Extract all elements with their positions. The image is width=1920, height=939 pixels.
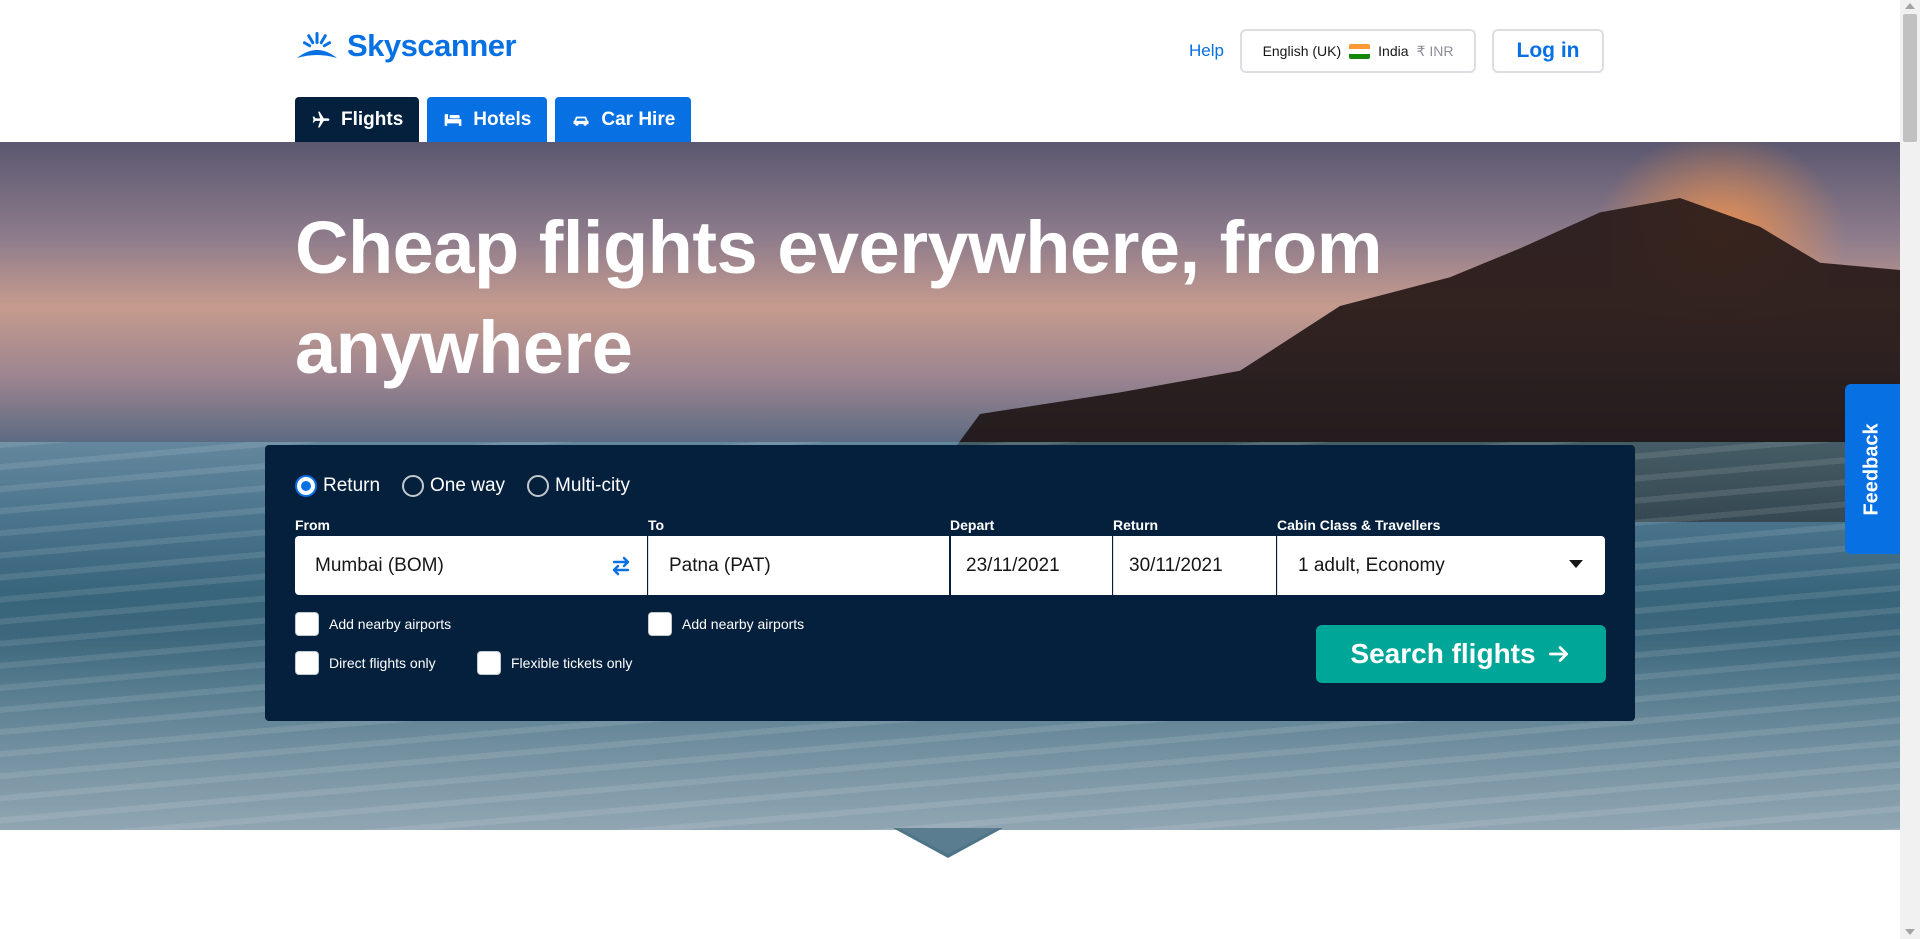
- logo-text: Skyscanner: [347, 28, 517, 63]
- cabin-label: Cabin Class & Travellers: [1277, 517, 1441, 533]
- help-link[interactable]: Help: [1189, 41, 1224, 61]
- flight-search-panel: Return One way Multi-city From To Depart…: [265, 445, 1635, 721]
- nearby-airports-from-label: Add nearby airports: [329, 616, 452, 632]
- tab-car-hire[interactable]: Car Hire: [555, 97, 692, 142]
- scroll-thumb[interactable]: [1903, 14, 1917, 142]
- plane-icon: [312, 111, 330, 127]
- to-input[interactable]: Patna (PAT): [648, 536, 949, 595]
- nearby-airports-to-checkbox[interactable]: Add nearby airports: [648, 612, 804, 636]
- return-date-input[interactable]: 30/11/2021: [1113, 536, 1276, 595]
- page-scrollbar[interactable]: [1900, 0, 1920, 939]
- to-value: Patna (PAT): [669, 554, 771, 576]
- feedback-tab[interactable]: Feedback: [1845, 384, 1900, 554]
- india-flag-icon: [1349, 43, 1371, 59]
- tab-flights-label: Flights: [341, 108, 404, 130]
- checkbox-icon: [477, 651, 501, 675]
- tab-flights[interactable]: Flights: [295, 97, 420, 142]
- hero-notch-highlight: [898, 828, 998, 854]
- trip-type-one-way[interactable]: One way: [402, 475, 505, 497]
- cabin-value: 1 adult, Economy: [1298, 554, 1445, 576]
- radio-icon: [402, 475, 425, 497]
- bed-icon: [444, 113, 462, 126]
- depart-label: Depart: [950, 517, 995, 533]
- scroll-down-arrow-icon[interactable]: [1905, 929, 1915, 935]
- from-value: Mumbai (BOM): [315, 554, 444, 576]
- checkbox-icon: [295, 651, 319, 675]
- nearby-airports-from-checkbox[interactable]: Add nearby airports: [295, 612, 451, 636]
- from-input[interactable]: Mumbai (BOM): [295, 536, 647, 595]
- tab-hotels[interactable]: Hotels: [427, 97, 548, 142]
- checkbox-icon: [295, 612, 319, 636]
- trip-type-multi-city-label: Multi-city: [555, 475, 630, 496]
- car-icon: [573, 116, 589, 126]
- search-flights-button[interactable]: Search flights: [1316, 625, 1606, 683]
- direct-flights-label: Direct flights only: [329, 655, 436, 671]
- swap-icon[interactable]: [609, 554, 633, 578]
- radio-icon: [295, 475, 317, 497]
- locale-language: English (UK): [1262, 43, 1342, 59]
- arrow-right-icon: [1548, 646, 1568, 662]
- sunrise-logo-icon: [297, 32, 337, 58]
- radio-icon: [527, 475, 550, 497]
- locale-currency: ₹ INR: [1416, 42, 1454, 59]
- trip-type-group: Return One way Multi-city: [295, 475, 630, 497]
- return-label: Return: [1113, 517, 1159, 533]
- feedback-label: Feedback: [1861, 422, 1884, 516]
- depart-date-input[interactable]: 23/11/2021: [950, 536, 1112, 595]
- return-value: 30/11/2021: [1129, 554, 1223, 576]
- trip-type-return-label: Return: [323, 475, 381, 496]
- flexible-tickets-label: Flexible tickets only: [511, 655, 633, 671]
- tab-hotels-label: Hotels: [473, 108, 532, 130]
- trip-type-one-way-label: One way: [430, 475, 506, 496]
- depart-value: 23/11/2021: [966, 554, 1060, 576]
- product-tabs: Flights Hotels Car Hire: [295, 97, 692, 142]
- skyscanner-logo[interactable]: Skyscanner: [295, 28, 517, 64]
- login-button[interactable]: Log in: [1492, 29, 1604, 73]
- locale-country: India: [1378, 43, 1409, 59]
- search-flights-label: Search flights: [1350, 638, 1536, 669]
- cabin-travellers-dropdown[interactable]: 1 adult, Economy: [1277, 536, 1605, 595]
- flexible-tickets-checkbox[interactable]: Flexible tickets only: [477, 651, 632, 675]
- trip-type-multi-city[interactable]: Multi-city: [527, 475, 630, 497]
- from-label: From: [295, 517, 330, 533]
- nearby-airports-to-label: Add nearby airports: [682, 616, 805, 632]
- tab-car-hire-label: Car Hire: [601, 108, 676, 130]
- direct-flights-checkbox[interactable]: Direct flights only: [295, 651, 436, 675]
- hero-title: Cheap flights everywhere, from anywhere: [295, 206, 1383, 389]
- to-label: To: [648, 517, 665, 533]
- scroll-up-arrow-icon[interactable]: [1905, 3, 1915, 9]
- checkbox-icon: [648, 612, 672, 636]
- site-header: Skyscanner Help English (UK) India ₹ INR…: [0, 0, 1900, 142]
- trip-type-return[interactable]: Return: [295, 475, 380, 497]
- chevron-down-icon: [1569, 560, 1583, 568]
- locale-selector-button[interactable]: English (UK) India ₹ INR: [1240, 29, 1476, 73]
